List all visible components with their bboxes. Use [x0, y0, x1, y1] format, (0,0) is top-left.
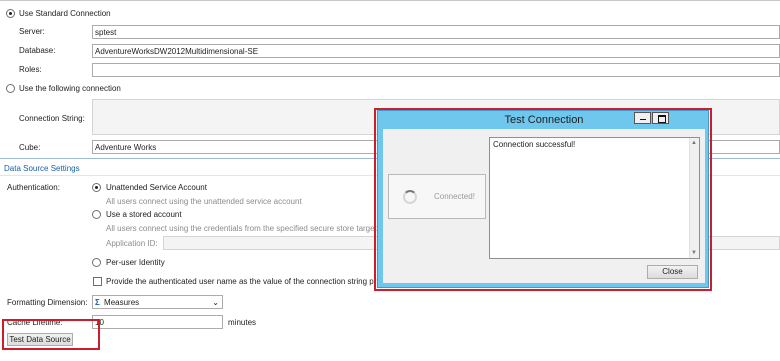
- chevron-down-icon: ⌄: [212, 298, 219, 307]
- roles-field[interactable]: [92, 63, 780, 77]
- roles-label: Roles:: [19, 65, 42, 74]
- maximize-button[interactable]: [652, 112, 669, 124]
- provide-user-label: Provide the authenticated user name as t…: [106, 277, 377, 286]
- database-label: Database:: [19, 46, 56, 55]
- server-field[interactable]: sptest: [92, 25, 780, 39]
- maximize-icon: [658, 115, 666, 123]
- close-button[interactable]: Close: [647, 265, 698, 279]
- status-box: Connected!: [388, 174, 486, 219]
- use-following-connection-radio[interactable]: [6, 84, 15, 93]
- scroll-down-icon: ▼: [691, 250, 697, 256]
- database-field[interactable]: AdventureWorksDW2012Multidimensional-SE: [92, 44, 780, 58]
- minimize-button[interactable]: [634, 112, 651, 124]
- top-divider: [0, 0, 780, 1]
- section-title: Data Source Settings: [4, 164, 80, 173]
- provide-user-checkbox[interactable]: [93, 277, 102, 286]
- scroll-up-icon: ▲: [691, 140, 697, 146]
- unattended-label: Unattended Service Account: [106, 183, 207, 192]
- cache-lifetime-unit: minutes: [228, 318, 257, 327]
- minimize-icon: [640, 119, 646, 120]
- per-user-identity-radio[interactable]: [92, 258, 101, 267]
- dialog-close-x-button[interactable]: [670, 112, 698, 124]
- server-label: Server:: [19, 27, 45, 36]
- application-id-label: Application ID:: [106, 239, 158, 248]
- message-scrollbar[interactable]: ▲ ▼: [689, 138, 699, 258]
- message-box: Connection successful! ▲ ▼: [489, 137, 700, 259]
- use-following-connection-label: Use the following connection: [19, 84, 121, 93]
- message-text: Connection successful!: [493, 140, 576, 149]
- status-text: Connected!: [434, 192, 475, 201]
- measures-icon: Σ: [95, 298, 100, 307]
- authentication-label: Authentication:: [7, 183, 60, 192]
- test-connection-dialog: Test Connection Connected! Connection su…: [377, 110, 709, 288]
- formatting-dimension-value: Measures: [104, 298, 140, 307]
- per-user-identity-label: Per-user Identity: [106, 258, 165, 267]
- stored-account-radio[interactable]: [92, 210, 101, 219]
- cube-label: Cube:: [19, 143, 41, 152]
- unattended-description: All users connect using the unattended s…: [106, 197, 302, 206]
- use-standard-connection-label: Use Standard Connection: [19, 9, 111, 18]
- stored-account-description: All users connect using the credentials …: [106, 224, 377, 233]
- connection-string-label: Connection String:: [19, 114, 85, 123]
- formatting-dimension-select[interactable]: Σ Measures ⌄: [92, 295, 223, 309]
- stored-account-label: Use a stored account: [106, 210, 182, 219]
- use-standard-connection-radio[interactable]: [6, 9, 15, 18]
- formatting-dimension-label: Formatting Dimension:: [7, 298, 88, 307]
- spinner-icon: [403, 190, 417, 204]
- cache-lifetime-field[interactable]: 10: [92, 315, 223, 329]
- unattended-radio[interactable]: [92, 183, 101, 192]
- test-data-source-button[interactable]: Test Data Source: [7, 333, 73, 346]
- dialog-body: Connected! Connection successful! ▲ ▼ Cl…: [383, 129, 705, 283]
